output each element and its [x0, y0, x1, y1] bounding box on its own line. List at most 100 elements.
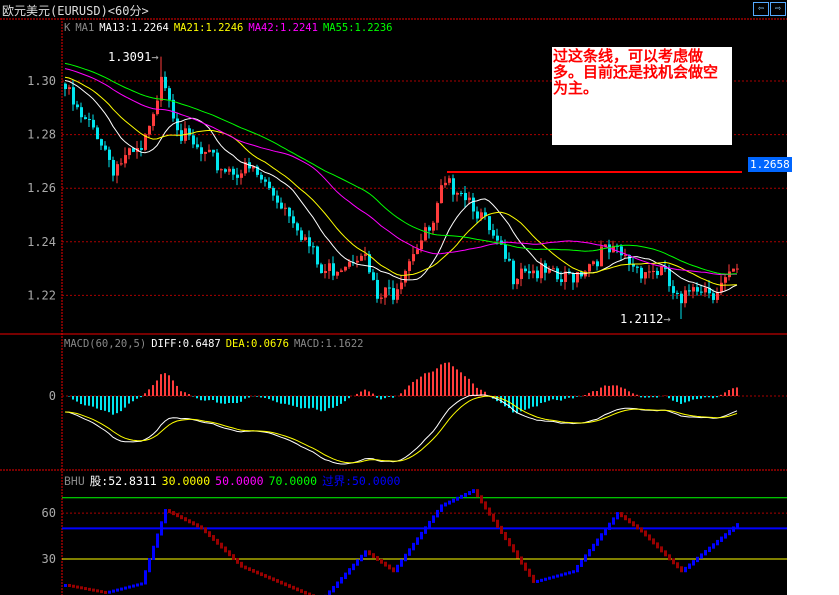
diff-line: [64, 394, 738, 465]
bhu-bar: [92, 588, 95, 592]
ma55-value: MA55:1.2236: [322, 22, 393, 34]
y-tick-label: 30: [42, 552, 56, 566]
macd-name: MACD(60,20,5): [64, 338, 147, 350]
bhu-bar: [620, 512, 623, 518]
bhu-bar: [84, 587, 87, 591]
bhu-bar: [296, 587, 299, 592]
bhu-bar: [216, 538, 219, 545]
candle-body: [240, 173, 243, 178]
bhu-bar: [100, 590, 103, 594]
candle-body: [328, 263, 331, 271]
bhu-bar: [548, 576, 551, 580]
bhu-bar: [584, 554, 587, 562]
candle-body: [272, 188, 275, 196]
bhu-bar: [528, 568, 531, 577]
bhu-bar: [476, 489, 479, 498]
candle-body: [432, 222, 435, 231]
candle-body: [592, 261, 595, 265]
candle-body: [196, 144, 199, 148]
bhu-bar: [160, 521, 163, 536]
bhu-bar: [424, 526, 427, 534]
candle-body: [200, 147, 203, 154]
candle-body: [360, 255, 363, 261]
y-tick-label: 1.28: [27, 128, 56, 142]
candle-body: [356, 260, 359, 263]
candle-body: [76, 104, 79, 108]
candle-body: [736, 268, 739, 270]
bhu-bar: [360, 554, 363, 562]
candle-body: [680, 293, 683, 304]
bhu-bar: [340, 577, 343, 584]
bhu-bar: [436, 509, 439, 518]
candle-body: [120, 163, 123, 165]
bhu-bar: [544, 577, 547, 581]
candle-body: [540, 263, 543, 279]
candle-body: [492, 230, 495, 236]
candle-body: [112, 159, 115, 176]
candle-body: [340, 270, 343, 272]
candle-body: [524, 268, 527, 272]
candle-body: [488, 216, 491, 231]
bhu-bar: [516, 550, 519, 559]
bhu-bar: [712, 543, 715, 549]
candle-body: [212, 149, 215, 153]
candle-body: [400, 282, 403, 290]
bhu-bar: [704, 550, 707, 556]
candle-body: [496, 235, 499, 241]
candle-body: [696, 287, 699, 292]
candle-body: [504, 244, 507, 259]
candle-body: [516, 278, 519, 285]
bhu-bar: [172, 511, 175, 516]
bhu-bar: [416, 537, 419, 545]
bhu-bar: [272, 577, 275, 582]
candle-body: [556, 268, 559, 280]
candle-body: [468, 197, 471, 201]
bhu-bar: [372, 553, 375, 559]
candle-body: [332, 263, 335, 276]
candle-body: [140, 148, 143, 150]
candle-body: [532, 270, 535, 274]
bhu-bar: [188, 519, 191, 524]
candle-body: [512, 260, 515, 285]
candle-body: [100, 139, 103, 146]
bhu-bar: [444, 502, 447, 507]
ma42-value: MA42:1.2241: [248, 22, 318, 34]
bhu-bar: [236, 558, 239, 564]
candle-body: [656, 270, 659, 276]
candle-body: [324, 270, 327, 274]
candle-body: [456, 192, 459, 195]
candle-body: [308, 237, 311, 247]
bhu-bar: [700, 553, 703, 559]
bhu-bar: [96, 589, 99, 593]
candle-body: [124, 155, 127, 164]
bhu-bar: [76, 585, 79, 589]
bhu-name: BHU: [64, 474, 85, 488]
candle-body: [420, 240, 423, 250]
price-line-label[interactable]: 1.2658: [748, 157, 792, 172]
bhu-bar: [668, 554, 671, 561]
candle-body: [312, 246, 315, 248]
bhu-bar: [240, 561, 243, 568]
bhu-bar: [280, 580, 283, 585]
candle-body: [116, 164, 119, 176]
candle-body: [160, 76, 163, 101]
low-value: 1.2112: [620, 312, 664, 326]
bhu-bar: [588, 549, 591, 557]
bhu-bar: [348, 568, 351, 575]
bhu-bar: [140, 582, 143, 586]
candle-body: [460, 192, 463, 194]
bhu-bar: [656, 542, 659, 549]
candle-body: [404, 270, 407, 283]
candle-body: [684, 290, 687, 304]
bhu-bar: [300, 589, 303, 593]
bhu-bar: [104, 590, 107, 594]
candle-body: [508, 258, 511, 261]
candle-body: [88, 119, 91, 121]
bhu-bar: [520, 556, 523, 565]
candle-body: [452, 178, 455, 195]
bhu-bar: [248, 567, 251, 572]
diff-value: DIFF:0.6487: [151, 338, 221, 350]
bhu-legend: BHU 股:52.8311 30.0000 50.0000 70.0000 过界:50.0…: [64, 473, 405, 489]
y-tick-label: 1.26: [27, 181, 56, 195]
candle-body: [536, 270, 539, 279]
